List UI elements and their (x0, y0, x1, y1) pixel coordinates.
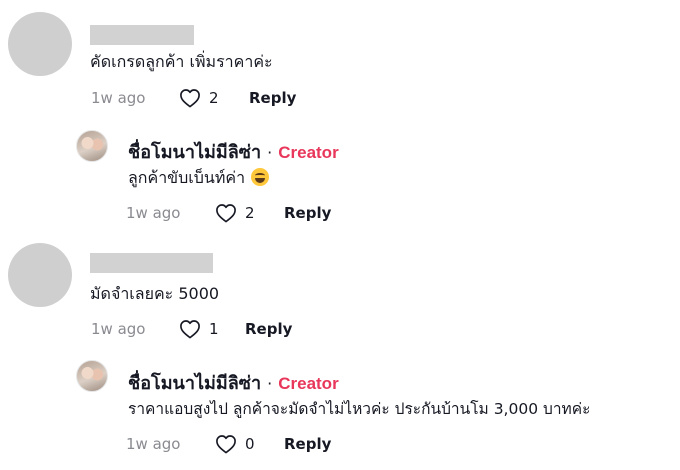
reply-button[interactable]: Reply (284, 434, 331, 454)
like-button[interactable]: 0 (215, 434, 255, 454)
creator-avatar[interactable] (76, 360, 108, 392)
reply-text: ราคาแอบสูงไป ลูกค้าจะมัดจำไม่ไหวค่ะ ประก… (128, 400, 591, 418)
commenter-name-redacted[interactable] (90, 25, 194, 45)
comment-text: คัดเกรดลูกค้า เพิ่มราคาค่ะ (90, 52, 273, 71)
creator-badge: Creator (278, 374, 339, 393)
reply-text-content: ลูกค้าขับเบ็นท์ค่า (128, 168, 246, 187)
like-count: 2 (245, 204, 255, 222)
commenter-name-redacted[interactable] (90, 253, 213, 273)
heart-icon (216, 435, 236, 454)
like-count: 2 (209, 89, 219, 107)
reply-button[interactable]: Reply (245, 319, 292, 339)
separator-dot: · (267, 143, 273, 162)
reply-text: ลูกค้าขับเบ็นท์ค่า (128, 168, 270, 188)
creator-name[interactable]: ชื่อโมนาไม่มีลิซ่า (128, 137, 261, 166)
reply-button[interactable]: Reply (284, 203, 331, 223)
heart-icon (180, 320, 200, 339)
like-button[interactable]: 2 (215, 203, 255, 223)
heart-icon (216, 204, 236, 223)
creator-avatar[interactable] (76, 130, 108, 162)
creator-header: ชื่อโมนาไม่มีลิซ่า · Creator (128, 137, 339, 166)
separator-dot: · (267, 374, 273, 393)
comment-time: 1w ago (91, 320, 146, 338)
reply-time: 1w ago (126, 204, 181, 222)
comment-text: มัดจำเลยคะ 5000 (90, 284, 220, 303)
creator-header: ชื่อโมนาไม่มีลิซ่า · Creator (128, 368, 339, 397)
heart-icon (180, 89, 200, 108)
comment-time: 1w ago (91, 89, 146, 107)
commenter-avatar[interactable] (8, 243, 72, 307)
creator-name[interactable]: ชื่อโมนาไม่มีลิซ่า (128, 368, 261, 397)
reply-time: 1w ago (126, 435, 181, 453)
like-count: 0 (245, 435, 255, 453)
commenter-avatar[interactable] (8, 12, 72, 76)
creator-badge: Creator (278, 143, 339, 162)
reply-button[interactable]: Reply (249, 88, 296, 108)
like-button[interactable]: 2 (179, 88, 219, 108)
like-button[interactable]: 1 (179, 319, 219, 339)
laughing-emoji-icon (251, 168, 270, 186)
like-count: 1 (209, 320, 219, 338)
